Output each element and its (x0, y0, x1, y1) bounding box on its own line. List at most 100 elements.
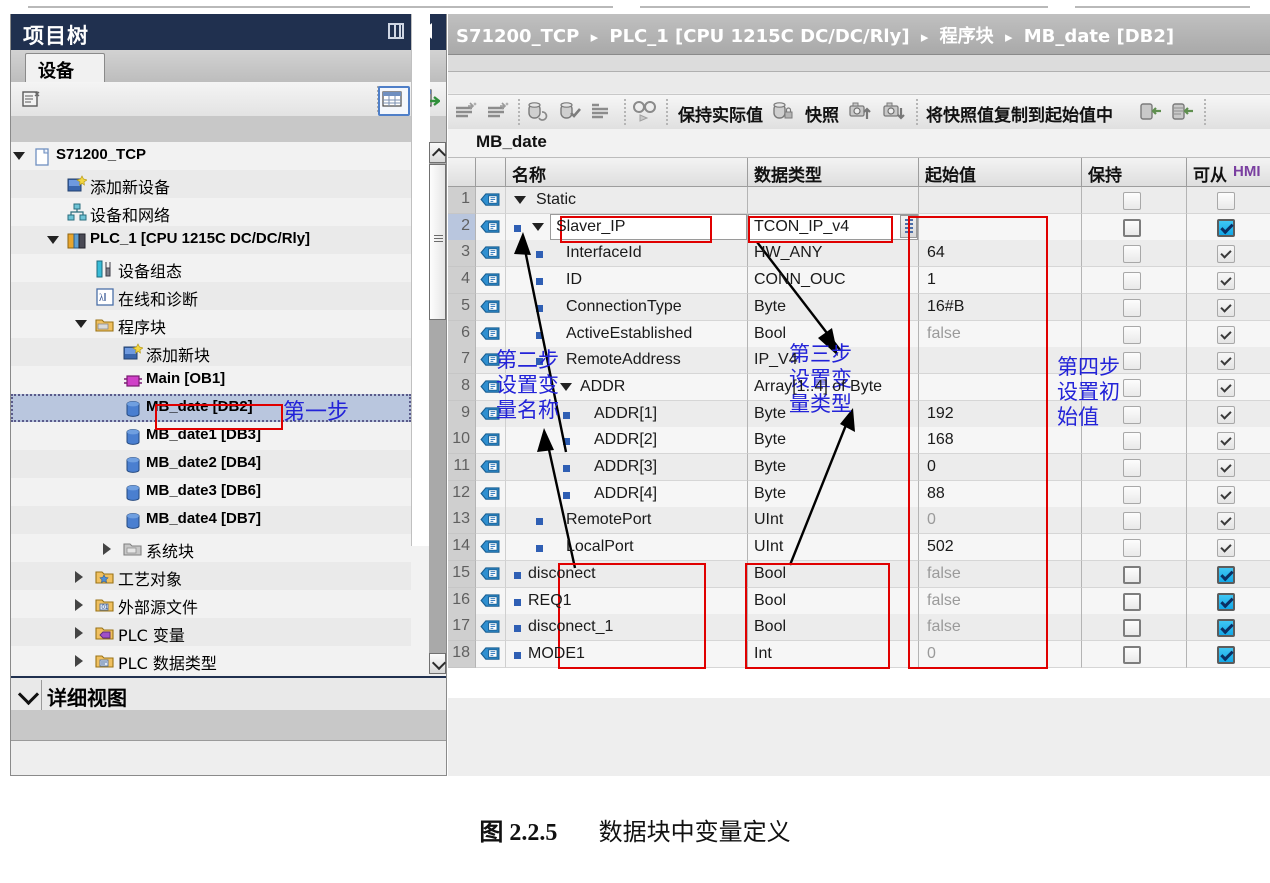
tree-item-16[interactable]: 01 外部源文件 (11, 590, 411, 618)
retain-checkbox[interactable] (1123, 619, 1141, 638)
hmi-accessible-cell[interactable] (1187, 588, 1270, 615)
retain-checkbox[interactable] (1123, 565, 1141, 584)
start-value-cell[interactable]: 0 (919, 454, 1082, 481)
retain-checkbox[interactable] (1123, 218, 1141, 237)
table-row[interactable]: 11 ADDR[3] Byte 0 (448, 454, 1270, 481)
hmi-accessible-checkbox[interactable] (1217, 378, 1235, 397)
scrollbar-up-button[interactable] (429, 142, 447, 163)
hmi-accessible-cell[interactable] (1187, 321, 1270, 348)
copy-start-values-icon-1[interactable] (1138, 100, 1164, 124)
chevron-down-icon[interactable] (47, 236, 59, 244)
table-row[interactable]: 17 disconect_1 Bool false (448, 614, 1270, 642)
name-cell[interactable]: ADDR (506, 373, 748, 401)
table-row[interactable]: 5 ConnectionType Byte 16#B (448, 293, 1270, 321)
panel-columns-icon[interactable] (388, 23, 404, 39)
retain-cell[interactable] (1082, 400, 1187, 428)
table-row[interactable]: 15 disconect Bool false (448, 560, 1270, 588)
tree-item-12[interactable]: MB_date3 [DB6] (11, 478, 411, 506)
insert-row-below-icon[interactable] (486, 100, 512, 124)
table-row[interactable]: 7 RemoteAddress IP_V4 (448, 347, 1270, 375)
start-value-cell[interactable]: 88 (919, 480, 1082, 508)
name-cell[interactable]: RemoteAddress (506, 347, 748, 375)
tree-item-15[interactable]: 工艺对象 (11, 562, 411, 590)
hmi-accessible-checkbox[interactable] (1217, 245, 1235, 264)
start-value-cell[interactable]: false (919, 560, 1082, 588)
name-cell[interactable]: RemotePort (506, 507, 748, 535)
tree-item-11[interactable]: MB_date2 [DB4] (11, 450, 411, 478)
datatype-cell[interactable]: IP_V4 (748, 347, 919, 375)
chevron-right-icon[interactable] (75, 655, 83, 667)
expand-list-icon[interactable] (590, 100, 616, 124)
hmi-accessible-checkbox[interactable] (1217, 218, 1235, 237)
snapshot-label[interactable]: 快照 (805, 101, 839, 126)
hmi-accessible-checkbox[interactable] (1217, 298, 1235, 317)
hmi-accessible-cell[interactable] (1187, 267, 1270, 295)
hmi-accessible-checkbox[interactable] (1217, 272, 1235, 291)
copy-snapshot-to-start-label[interactable]: 将快照值复制到起始值中 (926, 101, 1113, 126)
table-row[interactable]: 1 Static (448, 187, 1270, 214)
hmi-accessible-checkbox[interactable] (1217, 405, 1235, 424)
tree-item-7[interactable]: 添加新块 (11, 338, 411, 366)
chevron-down-icon[interactable] (13, 152, 25, 160)
hmi-accessible-checkbox[interactable] (1217, 539, 1235, 558)
hmi-accessible-cell[interactable] (1187, 401, 1270, 428)
monitor-all-icon[interactable] (526, 100, 552, 124)
hmi-accessible-cell[interactable] (1187, 347, 1270, 375)
tree-item-14[interactable]: 系统块 (11, 534, 411, 562)
chevron-right-icon[interactable] (75, 599, 83, 611)
retain-cell[interactable] (1082, 454, 1187, 481)
chevron-right-icon[interactable] (75, 627, 83, 639)
datatype-cell[interactable]: Bool (748, 587, 919, 615)
tree-item-9[interactable]: MB_date [DB2] (11, 394, 411, 422)
hmi-accessible-cell[interactable] (1187, 561, 1270, 588)
hmi-accessible-checkbox[interactable] (1217, 459, 1235, 477)
hmi-accessible-cell[interactable] (1187, 481, 1270, 508)
retain-checkbox[interactable] (1123, 272, 1141, 291)
retain-checkbox[interactable] (1123, 645, 1141, 664)
start-value-cell[interactable]: 502 (919, 534, 1082, 562)
breadcrumb-item-plc[interactable]: PLC_1 [CPU 1215C DC/DC/Rly] (609, 26, 909, 47)
table-row[interactable]: 14 LocalPort UInt 502 (448, 534, 1270, 562)
retain-checkbox[interactable] (1123, 539, 1141, 558)
tree-item-10[interactable]: MB_date1 [DB3] (11, 422, 411, 450)
th-name[interactable]: 名称 (506, 158, 748, 186)
start-value-cell[interactable]: 0 (919, 640, 1082, 668)
insert-row-above-icon[interactable] (454, 100, 480, 124)
retain-cell[interactable] (1082, 320, 1187, 348)
detail-view-header[interactable]: 详细视图 (11, 676, 446, 713)
name-cell[interactable]: LocalPort (506, 534, 748, 562)
project-tree-scrollbar[interactable] (429, 142, 447, 674)
table-row[interactable]: 4 ID CONN_OUC 1 (448, 267, 1270, 295)
retain-cell[interactable] (1082, 614, 1187, 642)
start-value-cell[interactable] (919, 187, 1082, 214)
datatype-cell[interactable]: Byte (748, 293, 919, 321)
name-cell[interactable]: Slaver_IP (506, 213, 748, 241)
th-startvalue[interactable]: 起始值 (919, 158, 1082, 186)
datatype-cell[interactable]: CONN_OUC (748, 267, 919, 295)
th-retain[interactable]: 保持 (1082, 158, 1187, 186)
name-cell[interactable]: ADDR[1] (506, 400, 748, 428)
retain-cell[interactable] (1082, 427, 1187, 455)
name-cell[interactable]: Static (506, 187, 748, 214)
scrollbar-thumb[interactable] (429, 164, 446, 320)
name-cell[interactable]: ID (506, 267, 748, 295)
name-cell[interactable]: ADDR[4] (506, 480, 748, 508)
name-cell[interactable]: disconect_1 (506, 614, 748, 642)
tree-item-8[interactable]: Main [OB1] (11, 366, 411, 394)
datatype-cell[interactable]: Bool (748, 614, 919, 642)
tree-item-3[interactable]: PLC_1 [CPU 1215C DC/DC/Rly] (11, 226, 411, 254)
tree-item-18[interactable]: PLC 数据类型 (11, 646, 411, 674)
name-cell[interactable]: MODE1 (506, 640, 748, 668)
hmi-accessible-cell[interactable] (1187, 534, 1270, 562)
apply-values-icon[interactable] (558, 100, 584, 124)
retain-cell[interactable] (1082, 213, 1187, 241)
row-expander-icon[interactable] (560, 382, 572, 391)
table-row[interactable]: 3 InterfaceId HW_ANY 64 (448, 240, 1270, 268)
retain-checkbox[interactable] (1123, 592, 1141, 611)
tree-item-5[interactable]: λ 在线和诊断 (11, 282, 411, 310)
datatype-cell[interactable] (748, 187, 919, 214)
hmi-accessible-checkbox[interactable] (1217, 565, 1235, 584)
tree-item-6[interactable]: 程序块 (11, 310, 411, 338)
start-value-cell[interactable]: false (919, 614, 1082, 642)
hmi-accessible-cell[interactable] (1187, 294, 1270, 321)
